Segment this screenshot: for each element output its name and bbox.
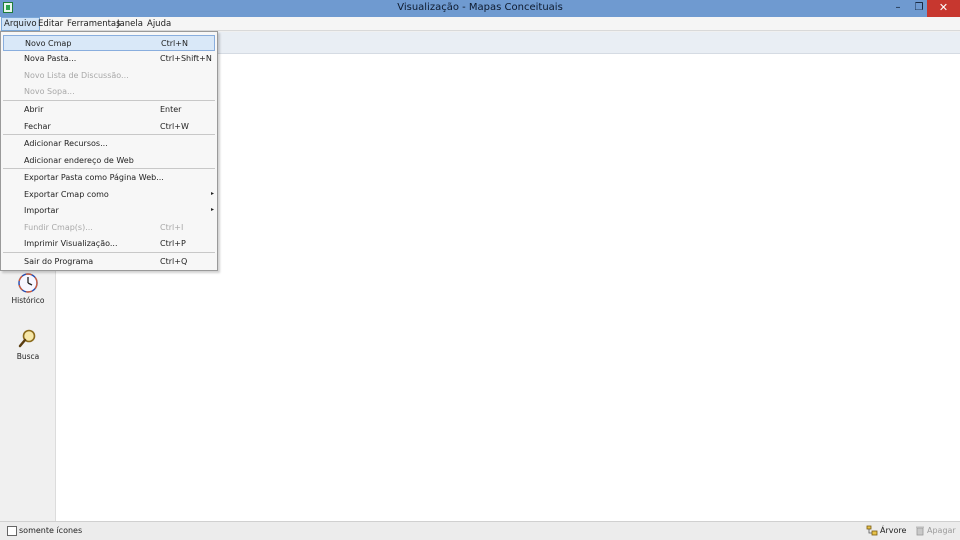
menu-arquivo[interactable]: Arquivo [1, 17, 40, 31]
menu-separator [3, 252, 215, 253]
menu-item-fechar[interactable]: Fechar Ctrl+W [3, 119, 215, 135]
status-bar: somente ícones Árvore Apagar [0, 521, 960, 540]
menu-separator [3, 168, 215, 169]
trash-icon [916, 526, 924, 536]
minimize-button[interactable]: – [885, 0, 911, 17]
tree-icon [866, 525, 878, 536]
window-title: Visualização - Mapas Conceituais [397, 2, 563, 13]
menu-bar: Arquivo Editar Ferramentas Janela Ajuda [0, 17, 960, 31]
tree-view-button[interactable]: Árvore [866, 525, 906, 536]
menu-item-importar[interactable]: Importar ▸ [3, 203, 215, 219]
restore-button[interactable]: ❐ [911, 0, 927, 17]
title-bar: Visualização - Mapas Conceituais – ❐ ✕ [0, 0, 960, 17]
submenu-arrow-icon: ▸ [211, 190, 215, 197]
menu-item-adicionar-endereco-web[interactable]: Adicionar endereço de Web [3, 153, 215, 169]
delete-button[interactable]: Apagar [915, 525, 956, 536]
menu-separator [3, 100, 215, 101]
menu-item-nova-pasta[interactable]: Nova Pasta... Ctrl+Shift+N [3, 51, 215, 67]
menu-item-exportar-pasta-web[interactable]: Exportar Pasta como Página Web... [3, 170, 215, 186]
tree-label: Árvore [880, 526, 907, 535]
sidebar-item-label: Busca [16, 352, 40, 361]
menu-item-adicionar-recursos[interactable]: Adicionar Recursos... [3, 136, 215, 152]
icons-only-label: somente ícones [19, 526, 83, 535]
menu-item-fundir-cmaps: Fundir Cmap(s)... Ctrl+I [24, 223, 184, 232]
sidebar-item-historico[interactable]: Histórico [6, 272, 50, 305]
menu-item-exportar-cmap[interactable]: Exportar Cmap como ▸ [3, 187, 215, 203]
menu-janela[interactable]: Janela [115, 17, 145, 31]
menu-item-sair[interactable]: Sair do Programa Ctrl+Q [3, 254, 215, 270]
menu-item-nova-lista-discussao: Novo Lista de Discussão... [24, 71, 129, 80]
close-button[interactable]: ✕ [927, 0, 960, 17]
menu-item-novo-cmap[interactable]: Novo Cmap Ctrl+N [3, 35, 215, 51]
icons-only-checkbox[interactable] [7, 526, 17, 536]
menu-item-nova-sopa: Novo Sopa... [24, 87, 75, 96]
menu-ferramentas[interactable]: Ferramentas [65, 17, 123, 31]
menu-separator [3, 134, 215, 135]
magnifier-icon [18, 329, 36, 348]
menu-editar[interactable]: Editar [36, 17, 65, 31]
menu-item-imprimir[interactable]: Imprimir Visualização... Ctrl+P [3, 236, 215, 252]
submenu-arrow-icon: ▸ [211, 206, 215, 213]
menu-item-abrir[interactable]: Abrir Enter [3, 102, 215, 118]
clock-icon [18, 273, 38, 293]
delete-label: Apagar [927, 526, 956, 535]
sidebar-item-busca[interactable]: Busca [6, 328, 50, 361]
arquivo-menu: Novo Cmap Ctrl+N Nova Pasta... Ctrl+Shif… [0, 31, 218, 271]
sidebar-item-label: Histórico [11, 296, 45, 305]
menu-ajuda[interactable]: Ajuda [145, 17, 173, 31]
